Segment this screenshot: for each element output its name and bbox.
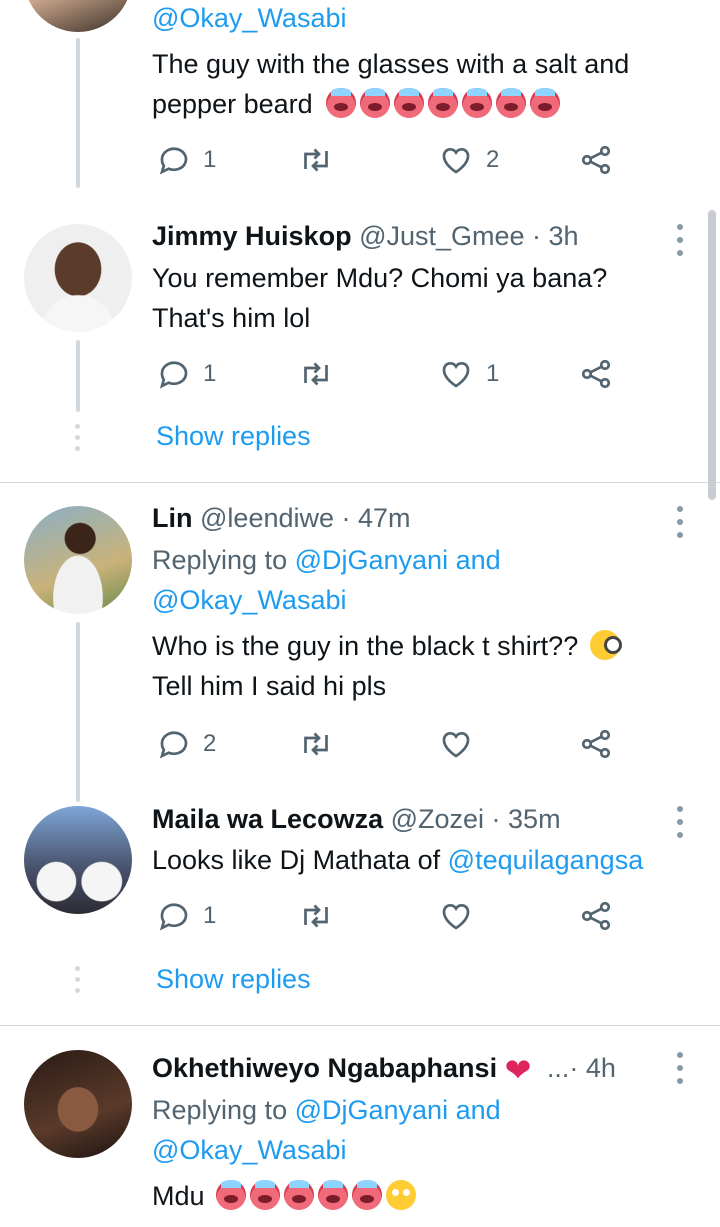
replying-prefix: Replying to <box>152 545 295 575</box>
handle-time[interactable]: ...· 4h <box>547 1053 616 1083</box>
share-icon[interactable] <box>578 726 614 762</box>
thread-line <box>76 340 80 412</box>
hot-face-icon <box>284 1180 315 1210</box>
tweet-header: Maila wa Lecowza @Zozei · 35m <box>152 801 561 837</box>
mention-link[interactable]: @Okay_Wasabi <box>152 3 346 33</box>
tweet-text-line-1: The guy with the glasses with a salt and <box>152 49 630 79</box>
scrollbar[interactable] <box>708 210 716 500</box>
thread-continuation-icon <box>74 424 82 452</box>
face-with-rolling-eyes-icon <box>386 1180 417 1210</box>
more-options-icon[interactable] <box>668 222 692 258</box>
mention-link[interactable]: @DjGanyani and <box>295 545 501 575</box>
tweet-text: Who is the guy in the black t shirt?? <box>152 631 579 661</box>
share-icon[interactable] <box>578 142 614 178</box>
more-options-icon[interactable] <box>668 1050 692 1086</box>
display-name[interactable]: Lin <box>152 503 193 533</box>
avatar[interactable] <box>24 224 132 332</box>
tweet-text-line-2: That's him lol <box>152 303 311 333</box>
reply-icon[interactable] <box>156 356 192 392</box>
more-options-icon[interactable] <box>668 804 692 840</box>
avatar[interactable] <box>24 1050 132 1158</box>
replying-handle[interactable]: @Okay_Wasabi <box>152 0 346 38</box>
hot-face-icon <box>318 1180 349 1210</box>
thread-line <box>76 622 80 802</box>
tweet-text-line-1: Who is the guy in the black t shirt?? <box>152 626 624 666</box>
like-icon[interactable] <box>438 898 474 934</box>
retweet-icon[interactable] <box>298 356 334 392</box>
reply-count: 1 <box>203 146 217 173</box>
reply-count: 1 <box>203 360 217 387</box>
reply-count: 2 <box>203 730 217 757</box>
hot-face-icon <box>250 1180 281 1210</box>
like-count: 2 <box>486 146 500 173</box>
show-replies-link[interactable]: Show replies <box>156 418 311 454</box>
reply-icon[interactable] <box>156 726 192 762</box>
replying-to-line-2: @Okay_Wasabi <box>152 1130 346 1170</box>
hot-face-icon <box>360 88 391 118</box>
tweet[interactable]: @Okay_Wasabi The guy with the glasses wi… <box>0 0 720 200</box>
tweet-text: Mdu <box>152 1181 205 1211</box>
mention-link[interactable]: @tequilagangsa <box>448 845 644 875</box>
replying-prefix: Replying to <box>152 1095 295 1125</box>
mention-link[interactable]: @DjGanyani and <box>295 1095 501 1125</box>
show-replies-link[interactable]: Show replies <box>156 961 311 997</box>
tweet-text-line-1: Mdu <box>152 1176 420 1216</box>
display-name[interactable]: Maila wa Lecowza <box>152 804 383 834</box>
reply-icon[interactable] <box>156 142 192 178</box>
handle-time[interactable]: @Just_Gmee · 3h <box>359 221 579 251</box>
mention-link[interactable]: @Okay_Wasabi <box>152 1135 346 1165</box>
share-icon[interactable] <box>578 898 614 934</box>
hot-face-icon <box>326 88 357 118</box>
more-options-icon[interactable] <box>668 504 692 540</box>
tweet-header: Okhethiweyo Ngabaphansi ❤ ...· 4h <box>152 1050 616 1088</box>
display-name[interactable]: Jimmy Huiskop <box>152 221 352 251</box>
tweet-text: pepper beard <box>152 89 313 119</box>
retweet-icon[interactable] <box>298 726 334 762</box>
avatar[interactable] <box>24 506 132 614</box>
hot-face-icon <box>530 88 561 118</box>
hot-face-icon <box>216 1180 247 1210</box>
like-icon[interactable] <box>438 726 474 762</box>
like-count: 1 <box>486 360 500 387</box>
tweet-text-line-1: You remember Mdu? Chomi ya bana? <box>152 263 608 293</box>
retweet-icon[interactable] <box>298 142 334 178</box>
replying-to-line-2: @Okay_Wasabi <box>152 580 346 620</box>
tweet-text-line-2: Tell him I said hi pls <box>152 671 387 701</box>
like-icon[interactable] <box>438 356 474 392</box>
red-heart-icon: ❤ <box>504 1052 532 1088</box>
replying-to: Replying to @DjGanyani and <box>152 540 501 580</box>
tweet-text: Looks like Dj Mathata of <box>152 845 448 875</box>
hot-face-icon <box>352 1180 383 1210</box>
hot-face-icon <box>428 88 459 118</box>
share-icon[interactable] <box>578 356 614 392</box>
hot-face-icon <box>462 88 493 118</box>
divider <box>0 1025 720 1026</box>
thread-continuation-icon <box>74 966 82 994</box>
replying-to: Replying to @DjGanyani and <box>152 1090 501 1130</box>
mention-link[interactable]: @Okay_Wasabi <box>152 585 346 615</box>
hot-face-icon <box>496 88 527 118</box>
handle-time[interactable]: @leendiwe · 47m <box>200 503 411 533</box>
like-icon[interactable] <box>438 142 474 178</box>
handle-time[interactable]: @Zozei · 35m <box>391 804 561 834</box>
tweet-text-line-2: pepper beard <box>152 84 564 124</box>
tweet-text-line-1: Looks like Dj Mathata of @tequilagangsa <box>152 840 643 880</box>
retweet-icon[interactable] <box>298 898 334 934</box>
reply-count: 1 <box>203 902 217 929</box>
tweet-header: Lin @leendiwe · 47m <box>152 500 411 536</box>
reply-icon[interactable] <box>156 898 192 934</box>
face-with-monocle-icon <box>589 630 622 660</box>
hot-face-icon <box>394 88 425 118</box>
display-name[interactable]: Okhethiweyo Ngabaphansi <box>152 1053 497 1083</box>
tweet-header: Jimmy Huiskop @Just_Gmee · 3h <box>152 218 579 254</box>
divider <box>0 482 720 483</box>
avatar[interactable] <box>24 806 132 914</box>
